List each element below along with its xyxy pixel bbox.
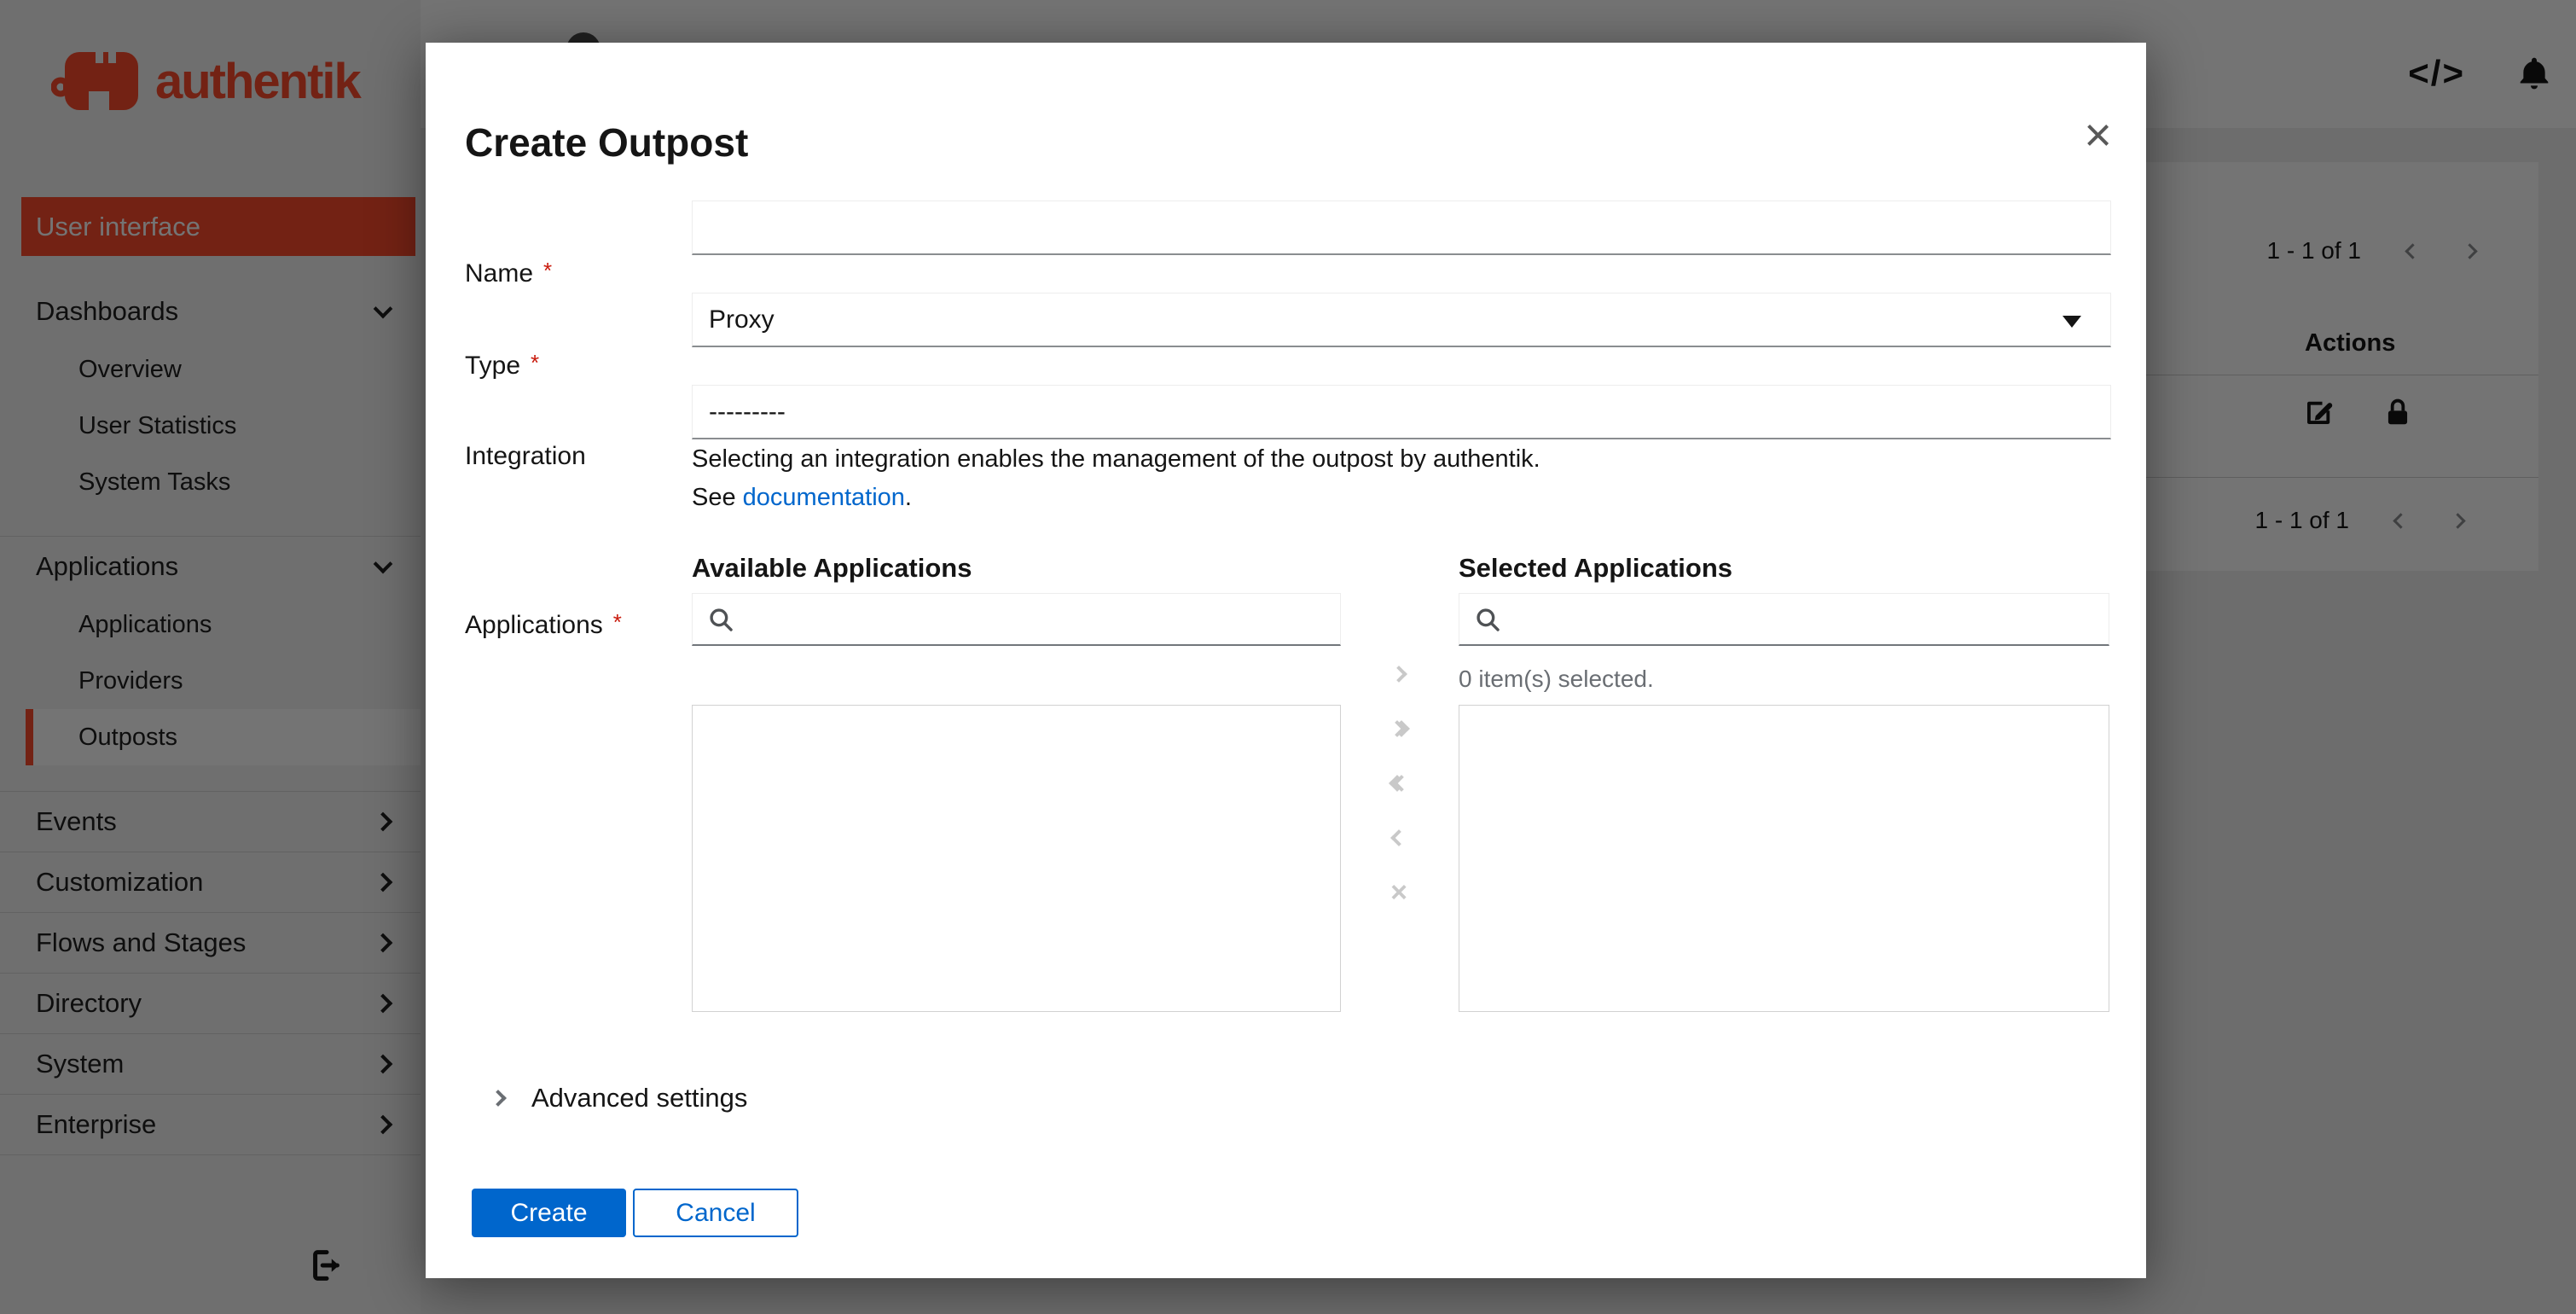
advanced-settings-label: Advanced settings — [531, 1083, 748, 1113]
create-button[interactable]: Create — [472, 1189, 626, 1237]
close-icon[interactable]: × — [2084, 111, 2112, 159]
remove-selected-icon[interactable] — [1367, 811, 1430, 865]
clear-icon[interactable]: × — [1367, 865, 1430, 920]
available-search-input[interactable] — [746, 594, 1340, 644]
add-all-icon[interactable] — [1367, 701, 1430, 756]
modal-title: Create Outpost — [465, 120, 749, 165]
applications-label: Applications * — [465, 609, 622, 639]
documentation-link[interactable]: documentation — [743, 484, 905, 511]
add-selected-icon[interactable] — [1367, 647, 1430, 701]
remove-all-icon[interactable] — [1367, 756, 1430, 811]
type-select-value: Proxy — [709, 305, 775, 334]
cancel-button[interactable]: Cancel — [633, 1189, 798, 1237]
create-outpost-modal: Create Outpost × Name * Type * Proxy Integ… — [426, 43, 2146, 1278]
integration-help-see: See documentation. — [692, 484, 912, 511]
required-asterisk: * — [612, 609, 622, 635]
required-asterisk: * — [543, 258, 553, 283]
integration-select[interactable]: --------- — [692, 385, 2111, 439]
transfer-controls: × — [1367, 647, 1430, 920]
selected-count-status: 0 item(s) selected. — [1459, 666, 1654, 692]
available-applications-listbox[interactable] — [692, 705, 1341, 1012]
available-applications-heading: Available Applications — [692, 553, 972, 583]
selected-applications-listbox[interactable] — [1459, 705, 2109, 1012]
selected-search-input[interactable] — [1512, 594, 2109, 644]
name-label: Name * — [465, 258, 553, 288]
advanced-settings-toggle[interactable]: Advanced settings — [490, 1075, 748, 1121]
integration-label: Integration — [465, 442, 586, 470]
available-search — [692, 593, 1341, 646]
selected-search — [1459, 593, 2109, 646]
search-icon — [706, 605, 735, 634]
integration-select-value: --------- — [709, 397, 786, 426]
type-label: Type * — [465, 350, 540, 380]
chevron-right-icon — [490, 1090, 507, 1107]
required-asterisk: * — [531, 350, 540, 375]
search-icon — [1473, 605, 1502, 634]
type-select[interactable]: Proxy — [692, 293, 2111, 347]
integration-help-text: Selecting an integration enables the man… — [692, 445, 1540, 473]
selected-applications-heading: Selected Applications — [1459, 553, 1732, 583]
chevron-down-icon — [2063, 316, 2081, 328]
name-input[interactable] — [692, 201, 2111, 255]
